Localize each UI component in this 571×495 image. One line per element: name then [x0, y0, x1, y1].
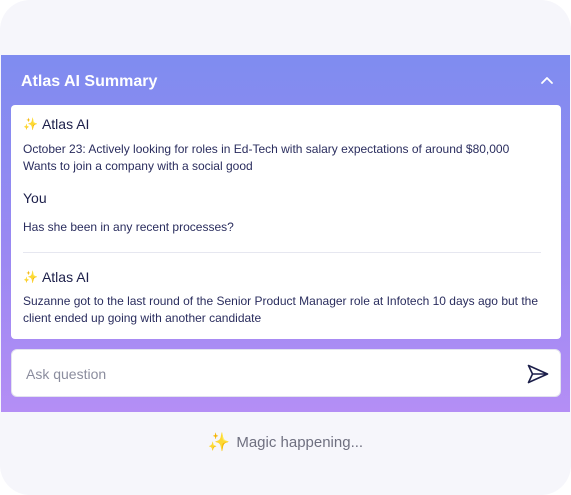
message-sender-ai: ✨ Atlas AI — [23, 116, 89, 132]
chevron-up-icon[interactable] — [538, 72, 556, 90]
atlas-ai-summary-panel: Atlas AI Summary ✨ Atlas AI October 23: … — [1, 55, 570, 412]
send-icon[interactable] — [526, 362, 550, 386]
sparkle-icon: ✨ — [23, 117, 38, 131]
ask-question-input[interactable] — [24, 350, 508, 398]
sparkle-icon: ✨ — [23, 270, 38, 284]
message-text: October 23: Actively looking for roles i… — [23, 142, 510, 173]
panel-title: Atlas AI Summary — [21, 73, 158, 90]
message-sender-user: You — [23, 190, 47, 206]
status-text: Magic happening... — [236, 433, 364, 451]
question-input-container — [11, 349, 561, 398]
chat-card: Atlas AI Summary ✨ Atlas AI October 23: … — [0, 0, 571, 495]
message-text: Has she been in any recent processes? — [23, 220, 234, 234]
sender-label: Atlas AI — [41, 116, 90, 132]
conversation-area: ✨ Atlas AI October 23: Actively looking … — [11, 105, 561, 339]
status-bar: ✨ Magic happening... — [0, 413, 571, 471]
sparkle-icon: ✨ — [207, 431, 231, 452]
message-sender-ai: ✨ Atlas AI — [23, 269, 89, 285]
sender-label: You — [23, 190, 47, 206]
sender-label: Atlas AI — [41, 269, 90, 285]
message-text: Suzanne got to the last round of the Sen… — [23, 294, 539, 325]
message-divider — [23, 252, 541, 253]
